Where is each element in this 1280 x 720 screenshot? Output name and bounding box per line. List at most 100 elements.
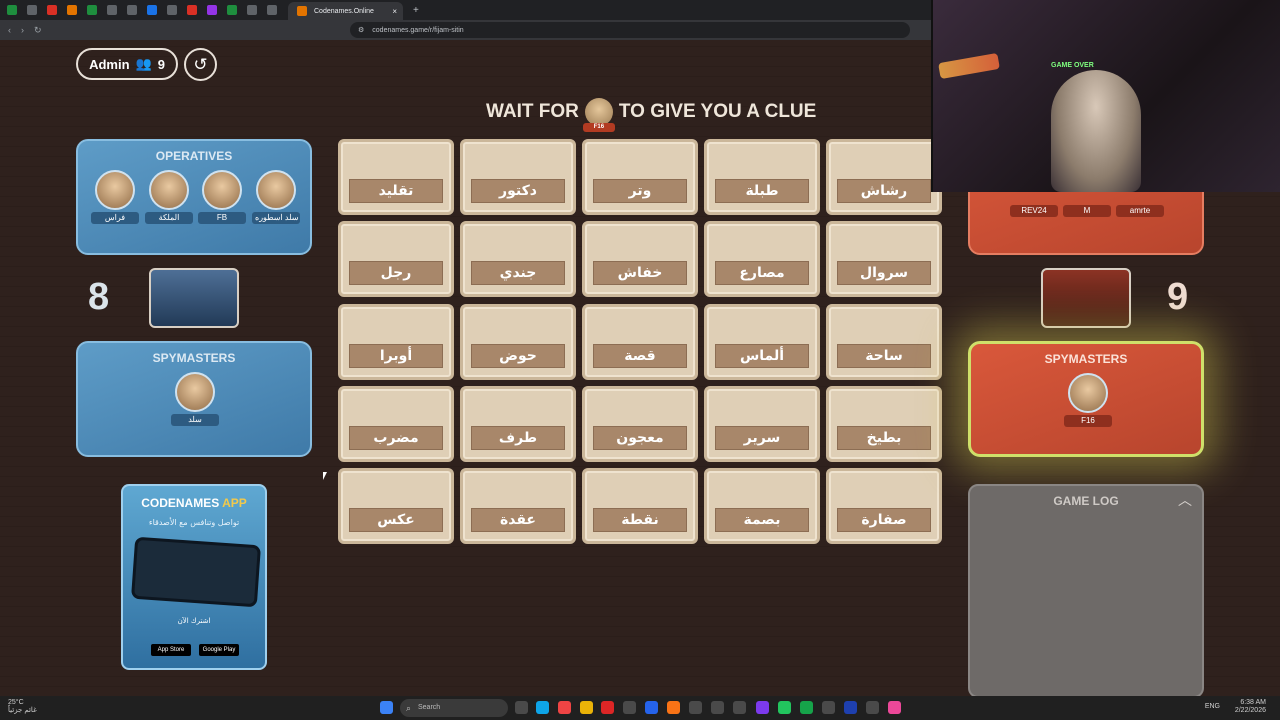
app-store-badge[interactable]: App Store	[151, 644, 191, 656]
app-icon[interactable]	[756, 701, 769, 714]
search-icon: ⌕	[406, 703, 412, 713]
blue-operative[interactable]: FB	[198, 170, 246, 224]
reload-icon[interactable]: ↻	[34, 25, 42, 36]
avatar	[256, 170, 296, 210]
tablet-image	[130, 536, 262, 608]
tab-favicon[interactable]	[167, 5, 177, 15]
word-card[interactable]: قصة	[582, 304, 698, 380]
mail-icon[interactable]	[645, 701, 658, 714]
active-browser-tab[interactable]: Codenames.Online ×	[288, 2, 403, 20]
red-operative[interactable]: M	[1063, 203, 1111, 217]
taskbar-search[interactable]: ⌕ Search	[400, 699, 508, 717]
word-card[interactable]: أوبرا	[338, 304, 454, 380]
word-card[interactable]: مصارع	[704, 221, 820, 297]
word-card[interactable]: معجون	[582, 386, 698, 462]
xbox-icon[interactable]	[800, 701, 813, 714]
close-tab-icon[interactable]: ×	[392, 7, 397, 16]
steam-icon[interactable]	[844, 701, 857, 714]
admin-button[interactable]: Admin 👥 9	[76, 48, 178, 80]
word-card[interactable]: خفاش	[582, 221, 698, 297]
app-icon[interactable]	[733, 701, 746, 714]
blue-operative[interactable]: الملكة	[145, 170, 193, 224]
red-operative[interactable]: amrte	[1116, 203, 1164, 217]
whatsapp-icon[interactable]	[778, 701, 791, 714]
blue-operative[interactable]: فراس	[91, 170, 139, 224]
blue-operative[interactable]: سلد اسطوره	[252, 170, 300, 224]
back-icon[interactable]: ‹	[8, 25, 11, 35]
blue-spymaster[interactable]: سلد	[171, 372, 219, 426]
word-card[interactable]: صفارة	[826, 468, 942, 544]
word-card[interactable]: حوض	[460, 304, 576, 380]
word-card[interactable]: وتر	[582, 139, 698, 215]
red-spymaster[interactable]: F16	[1064, 373, 1112, 427]
brave-icon[interactable]	[667, 701, 680, 714]
word-card[interactable]: مضرب	[338, 386, 454, 462]
word-card-label: رجل	[349, 261, 443, 285]
reset-game-button[interactable]: ↺	[184, 48, 217, 81]
app-icon[interactable]	[689, 701, 702, 714]
collapse-chevron-icon[interactable]: ︿	[1178, 490, 1192, 510]
word-card[interactable]: طبلة	[704, 139, 820, 215]
tab-favicon[interactable]	[7, 5, 17, 15]
tab-favicon[interactable]	[47, 5, 57, 15]
folder-icon[interactable]	[580, 701, 593, 714]
edge-icon[interactable]	[536, 701, 549, 714]
app-icon[interactable]	[711, 701, 724, 714]
app-icon[interactable]	[866, 701, 879, 714]
forward-icon[interactable]: ›	[21, 25, 24, 35]
app-icon[interactable]	[558, 701, 571, 714]
blue-operatives-title: OPERATIVES	[155, 149, 233, 163]
tab-favicon[interactable]	[247, 5, 257, 15]
tab-favicon[interactable]	[87, 5, 97, 15]
word-card[interactable]: جندي	[460, 221, 576, 297]
youtube-icon[interactable]	[601, 701, 614, 714]
app-icon[interactable]	[623, 701, 636, 714]
player-name: سلد	[171, 414, 219, 426]
site-info-icon[interactable]: ⚙	[358, 26, 364, 34]
tab-favicon[interactable]	[227, 5, 237, 15]
word-card[interactable]: ألماس	[704, 304, 820, 380]
word-card-label: مضرب	[349, 426, 443, 450]
weather-widget[interactable]: 25°C غائم جزئياً	[8, 699, 37, 715]
start-icon[interactable]	[380, 701, 393, 714]
word-card[interactable]: رشاش	[826, 139, 942, 215]
word-card[interactable]: دكتور	[460, 139, 576, 215]
weather-text: غائم جزئياً	[8, 707, 37, 714]
address-bar[interactable]: ⚙ codenames.game/r/fijam-sitin	[350, 22, 910, 38]
tab-favicon[interactable]	[187, 5, 197, 15]
tab-favicon[interactable]	[67, 5, 77, 15]
word-card[interactable]: تقليد	[338, 139, 454, 215]
app-ad-banner[interactable]: CODENAMES APP تواصل وتنافس مع الأصدقاء ا…	[121, 484, 267, 670]
system-tray[interactable]: ENG	[1205, 703, 1220, 710]
tab-favicon[interactable]	[147, 5, 157, 15]
word-card[interactable]: سرير	[704, 386, 820, 462]
tab-favicon[interactable]	[267, 5, 277, 15]
language-indicator[interactable]: ENG	[1205, 703, 1220, 710]
clock[interactable]: 6:38 AM 2/22/2026	[1235, 699, 1266, 715]
tab-favicon[interactable]	[107, 5, 117, 15]
word-card-label: سرير	[715, 426, 809, 450]
new-tab-button[interactable]: +	[413, 5, 419, 16]
tab-favicon[interactable]	[127, 5, 137, 15]
word-card[interactable]: ساحة	[826, 304, 942, 380]
word-card[interactable]: عقدة	[460, 468, 576, 544]
tab-favicon[interactable]	[27, 5, 37, 15]
task-view-icon[interactable]	[515, 701, 528, 714]
word-card[interactable]: بطيخ	[826, 386, 942, 462]
word-card[interactable]: سروال	[826, 221, 942, 297]
word-card[interactable]: طرف	[460, 386, 576, 462]
tab-favicon[interactable]	[207, 5, 217, 15]
chatgpt-icon[interactable]	[822, 701, 835, 714]
word-card[interactable]: عكس	[338, 468, 454, 544]
word-card[interactable]: نقطة	[582, 468, 698, 544]
red-operative[interactable]: REV24	[1010, 203, 1058, 217]
word-card[interactable]: بصمة	[704, 468, 820, 544]
app-icon[interactable]	[888, 701, 901, 714]
google-play-badge[interactable]: Google Play	[199, 644, 239, 656]
player-name: amrte	[1116, 205, 1164, 217]
admin-label: Admin	[89, 56, 130, 72]
word-card-label: معجون	[593, 426, 687, 450]
time: 6:38 AM	[1240, 699, 1266, 706]
player-name: REV24	[1010, 205, 1058, 217]
word-card[interactable]: رجل	[338, 221, 454, 297]
